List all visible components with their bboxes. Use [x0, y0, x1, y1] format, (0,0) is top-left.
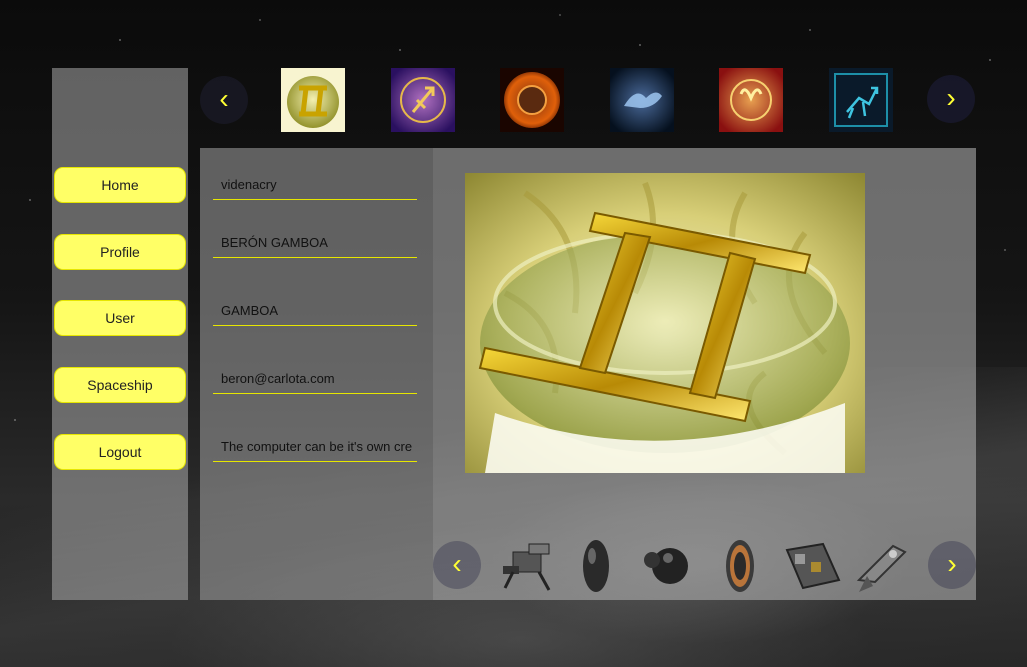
- cargo-ship-icon: [785, 542, 841, 590]
- sagittarius-icon: [391, 68, 455, 132]
- nav-logout-button[interactable]: Logout: [54, 434, 186, 470]
- ship-thumb-fighter[interactable]: [853, 536, 911, 596]
- bio-field[interactable]: The computer can be it's own cre: [213, 432, 417, 462]
- sidebar: Home Profile User Spaceship Logout: [52, 68, 188, 600]
- ship-thumb-orb[interactable]: [638, 536, 696, 596]
- zodiac-thumb-leo[interactable]: [500, 68, 564, 132]
- username-field[interactable]: videnacry: [213, 170, 417, 200]
- ship-thumb-rover[interactable]: [499, 536, 557, 596]
- nav-profile-button[interactable]: Profile: [54, 234, 186, 270]
- orb-ship-icon: [644, 548, 688, 584]
- fighter-ship-icon: [856, 544, 907, 592]
- last-name-field[interactable]: GAMBOA: [213, 296, 417, 326]
- email-field[interactable]: beron@carlota.com: [213, 364, 417, 394]
- aries-icon: [719, 68, 783, 132]
- ship-thumb-pod[interactable]: [568, 536, 626, 596]
- capricorn-icon: [610, 68, 674, 132]
- nav-home-button[interactable]: Home: [54, 167, 186, 203]
- nav-user-button[interactable]: User: [54, 300, 186, 336]
- zodiac-thumb-sagittarius[interactable]: [391, 68, 455, 132]
- zodiac-thumb-capricorn[interactable]: [610, 68, 674, 132]
- chevron-left-icon: ‹: [219, 83, 229, 114]
- leo-icon: [500, 68, 564, 132]
- preview-panel: ‹ ›: [433, 148, 976, 600]
- ring-ship-icon: [726, 540, 754, 592]
- pod-ship-icon: [583, 540, 609, 592]
- ship-prev-button[interactable]: ‹: [433, 541, 481, 589]
- nav-spaceship-button[interactable]: Spaceship: [54, 367, 186, 403]
- gemini-sign-image: [465, 173, 865, 473]
- zodiac-thumb-sagittarius-blue[interactable]: [829, 68, 893, 132]
- chevron-right-icon: ›: [946, 82, 956, 113]
- ship-thumb-ring[interactable]: [711, 536, 769, 596]
- gemini-icon: [281, 68, 345, 132]
- ship-next-button[interactable]: ›: [928, 541, 976, 589]
- preview-image: [465, 173, 865, 473]
- sagittarius-blue-icon: [829, 68, 893, 132]
- ship-thumb-cargo[interactable]: [783, 536, 841, 596]
- zodiac-next-button[interactable]: ›: [927, 75, 975, 123]
- full-name-field[interactable]: BERÓN GAMBOA: [213, 228, 417, 258]
- chevron-left-icon: ‹: [452, 548, 462, 579]
- zodiac-thumb-aries[interactable]: [719, 68, 783, 132]
- chevron-right-icon: ›: [947, 548, 957, 579]
- rover-ship-icon: [503, 543, 551, 591]
- zodiac-prev-button[interactable]: ‹: [200, 76, 248, 124]
- zodiac-thumb-gemini[interactable]: [281, 68, 345, 132]
- profile-form: videnacry BERÓN GAMBOA GAMBOA beron@carl…: [200, 148, 433, 600]
